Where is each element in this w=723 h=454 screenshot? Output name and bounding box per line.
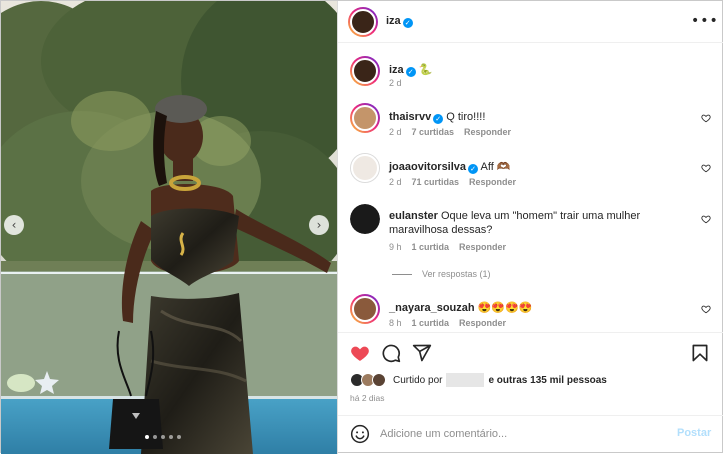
reply-button[interactable]: Responder xyxy=(464,127,511,137)
comment-item: thaisrvv ✓ Q tiro!!!! 2 d 7 curtidas Resp… xyxy=(350,103,720,143)
like-comment-heart-icon[interactable] xyxy=(701,163,711,173)
comment-likes[interactable]: 1 curtida xyxy=(412,318,450,328)
comment-icon[interactable] xyxy=(381,343,401,363)
comment-item: _nayara_souzah 😍😍😍😍 8 h 1 curtida Respon… xyxy=(350,294,720,334)
slide-dot xyxy=(145,435,149,439)
comment-text: 😍😍😍😍 xyxy=(477,302,533,314)
comment-input[interactable] xyxy=(380,425,660,443)
caption-avatar[interactable] xyxy=(350,56,380,86)
author-username[interactable]: iza xyxy=(386,15,401,27)
caption: iza ✓ 🐍 2 d xyxy=(350,56,720,96)
liker-avatars xyxy=(350,373,388,387)
comment-item: eulanster Oque leva um "homem" trair uma… xyxy=(350,204,720,259)
comment-item: joaaovitorsilva ✓ Aff 🫶🏾 2 d 71 curtidas … xyxy=(350,153,720,193)
verified-icon: ✓ xyxy=(468,164,479,174)
post-details-panel: iza ✓ ••• iza ✓ 🐍 2 d thaisrvv ✓ Q tiro!… xyxy=(337,1,723,454)
more-options-icon[interactable]: ••• xyxy=(691,13,719,29)
liked-by-prefix: Curtido por xyxy=(393,374,443,386)
comment-likes[interactable]: 7 curtidas xyxy=(412,127,455,137)
slide-indicator xyxy=(145,435,181,439)
reply-button[interactable]: Responder xyxy=(459,318,506,328)
like-comment-heart-icon[interactable] xyxy=(701,113,711,123)
view-replies-label: Ver respostas (1) xyxy=(422,269,491,279)
comment-time[interactable]: 2 d xyxy=(389,177,402,187)
commenter-avatar[interactable] xyxy=(350,153,380,183)
like-comment-heart-icon[interactable] xyxy=(701,304,711,314)
comment-username[interactable]: joaaovitorsilva xyxy=(389,161,466,173)
liker-avatar xyxy=(372,373,386,387)
add-comment-bar: Postar xyxy=(338,415,723,453)
caption-time[interactable]: 2 d xyxy=(389,78,402,88)
liked-by-count[interactable]: e outras 135 mil pessoas xyxy=(488,375,606,386)
commenter-avatar[interactable] xyxy=(350,103,380,133)
post-header: iza ✓ ••• xyxy=(338,1,723,43)
comment-text: Q tiro!!!! xyxy=(446,111,486,123)
redacted-username xyxy=(446,373,485,387)
post-photo[interactable]: ‹ › xyxy=(1,1,337,454)
verified-icon: ✓ xyxy=(405,67,416,77)
comment-likes[interactable]: 1 curtida xyxy=(412,242,450,252)
liked-by-summary[interactable]: Curtido por e outras 135 mil pessoas xyxy=(350,373,607,387)
slide-dot xyxy=(153,435,157,439)
author-avatar[interactable] xyxy=(348,7,378,37)
post-time[interactable]: há 2 dias xyxy=(350,393,385,403)
comment-text: Aff 🫶🏾 xyxy=(480,161,511,173)
post-actions: Curtido por e outras 135 mil pessoas há … xyxy=(338,332,723,406)
like-comment-heart-icon[interactable] xyxy=(701,214,711,224)
slide-dot xyxy=(169,435,173,439)
commenter-avatar[interactable] xyxy=(350,204,380,234)
next-slide-button[interactable]: › xyxy=(309,215,329,235)
caption-username[interactable]: iza xyxy=(389,64,404,76)
comment-username[interactable]: eulanster xyxy=(389,210,438,222)
replies-divider-line xyxy=(392,273,412,275)
commenter-avatar[interactable] xyxy=(350,294,380,324)
post-modal: ‹ › iza ✓ ••• iza ✓ 🐍 2 d thaisrvv ✓ Q t… xyxy=(0,0,723,454)
previous-slide-button[interactable]: ‹ xyxy=(4,215,24,235)
comment-time[interactable]: 2 d xyxy=(389,127,402,137)
slide-dot xyxy=(161,435,165,439)
post-comment-button[interactable]: Postar xyxy=(677,427,711,439)
caption-text: 🐍 xyxy=(418,64,433,76)
verified-icon: ✓ xyxy=(402,18,413,28)
photo-illustration xyxy=(1,1,337,454)
view-replies-button[interactable]: Ver respostas (1) xyxy=(392,269,491,279)
slide-dot xyxy=(177,435,181,439)
save-bookmark-icon[interactable] xyxy=(690,343,710,363)
emoji-icon[interactable] xyxy=(350,424,370,444)
comment-likes[interactable]: 71 curtidas xyxy=(412,177,460,187)
comment-time[interactable]: 9 h xyxy=(389,242,402,252)
reply-button[interactable]: Responder xyxy=(469,177,516,187)
liked-heart-icon[interactable] xyxy=(350,343,370,363)
comment-username[interactable]: thaisrvv xyxy=(389,111,431,123)
comment-username[interactable]: _nayara_souzah xyxy=(389,302,475,314)
comment-time[interactable]: 8 h xyxy=(389,318,402,328)
share-icon[interactable] xyxy=(412,343,432,363)
verified-icon: ✓ xyxy=(433,114,444,124)
reply-button[interactable]: Responder xyxy=(459,242,506,252)
